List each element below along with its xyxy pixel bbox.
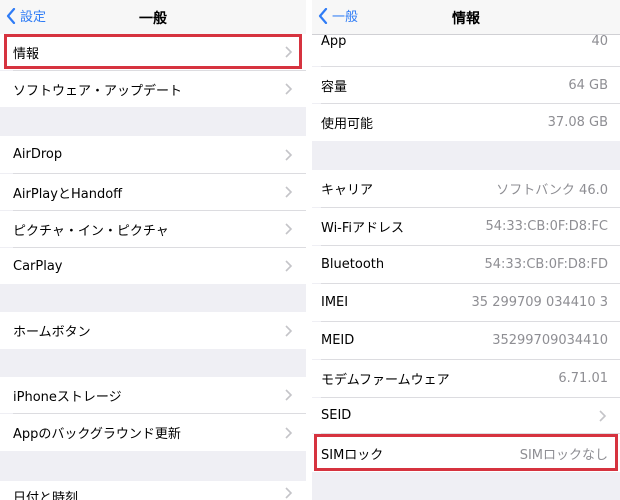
info-row-wifi-address: Wi-Fiアドレス 54:33:CB:0F:D8:FC	[312, 208, 620, 245]
info-row-carrier: キャリア ソフトバンク 46.0	[312, 170, 620, 207]
list-item-airplay-handoff[interactable]: AirPlayとHandoff	[0, 174, 306, 210]
about-panel: App 40 容量 64 GB 使用可能 37.08 GB キャリア ソフトバン…	[312, 0, 620, 500]
list-item-label: AirDrop	[13, 147, 63, 162]
info-label: App	[321, 34, 347, 49]
page-title: 情報	[452, 11, 480, 27]
info-value: 35 299709 034410 3	[471, 295, 608, 310]
chevron-right-icon	[285, 324, 293, 337]
info-label: MEID	[321, 333, 355, 348]
chevron-right-icon	[285, 223, 293, 235]
info-label: キャリア	[321, 183, 374, 198]
info-label: Bluetooth	[321, 257, 385, 272]
list-item-date-time[interactable]: 日付と時刻	[0, 481, 306, 500]
list-item-airdrop[interactable]: AirDrop	[0, 136, 306, 173]
info-value: 6.71.01	[558, 371, 608, 386]
chevron-right-icon	[285, 389, 293, 401]
info-value: 64 GB	[568, 77, 608, 93]
info-row-available: 使用可能 37.08 GB	[312, 104, 620, 141]
highlight-box	[4, 34, 302, 69]
chevron-right-icon	[285, 148, 293, 161]
info-row-modem-firmware: モデムファームウェア 6.71.01	[312, 360, 620, 397]
list-item-carplay[interactable]: CarPlay	[0, 248, 306, 284]
list-item-home-button[interactable]: ホームボタン	[0, 312, 306, 349]
info-label: IMEI	[321, 295, 349, 310]
info-row-seid[interactable]: SEID	[312, 398, 620, 433]
list-item-picture-in-picture[interactable]: ピクチャ・イン・ピクチャ	[0, 211, 306, 247]
list-item-label: 日付と時刻	[13, 491, 79, 500]
info-label: モデムファームウェア	[321, 373, 450, 388]
chevron-right-icon	[599, 409, 607, 422]
list-item-label: AirPlayとHandoff	[13, 186, 123, 202]
info-row-imei: IMEI 35 299709 034410 3	[312, 284, 620, 321]
info-label: Wi-Fiアドレス	[321, 221, 405, 236]
info-value: 54:33:CB:0F:D8:FD	[484, 257, 609, 272]
list-item-label: ソフトウェア・アップデート	[13, 83, 183, 99]
info-value: ソフトバンク 46.0	[496, 183, 608, 198]
info-value: 37.08 GB	[547, 115, 608, 130]
general-settings-panel: 設定 一般 情報 ソフトウェア・アップデート AirDrop AirPlayとH…	[0, 0, 306, 500]
nav-bar: 一般 情報	[312, 0, 620, 35]
list-item-label: CarPlay	[13, 258, 63, 274]
chevron-right-icon	[285, 487, 293, 499]
info-value: 40	[591, 34, 608, 49]
info-label: SEID	[321, 408, 352, 423]
page-title: 一般	[139, 11, 167, 27]
chevron-right-icon	[285, 260, 293, 272]
list-item-background-app-refresh[interactable]: Appのバックグラウンド更新	[0, 414, 306, 451]
nav-bar: 設定 一般	[0, 0, 306, 35]
chevron-right-icon	[285, 186, 293, 198]
info-value: 54:33:CB:0F:D8:FC	[485, 219, 608, 234]
info-row-bluetooth: Bluetooth 54:33:CB:0F:D8:FD	[312, 246, 620, 283]
list-item-label: Appのバックグラウンド更新	[13, 427, 181, 442]
list-item-label: iPhoneストレージ	[13, 389, 122, 405]
list-item-label: ホームボタン	[13, 325, 91, 340]
info-label: 使用可能	[321, 117, 374, 132]
chevron-right-icon	[285, 83, 293, 95]
info-row-meid: MEID 35299709034410	[312, 322, 620, 359]
info-value: 35299709034410	[492, 333, 608, 348]
info-row-app: App 40	[312, 30, 620, 66]
chevron-right-icon	[285, 426, 293, 439]
info-label: 容量	[321, 79, 348, 95]
list-item-label: ピクチャ・イン・ピクチャ	[13, 223, 169, 239]
list-item-iphone-storage[interactable]: iPhoneストレージ	[0, 377, 306, 413]
highlight-box	[314, 434, 618, 471]
info-row-capacity: 容量 64 GB	[312, 67, 620, 103]
list-item-software-update[interactable]: ソフトウェア・アップデート	[0, 71, 306, 107]
